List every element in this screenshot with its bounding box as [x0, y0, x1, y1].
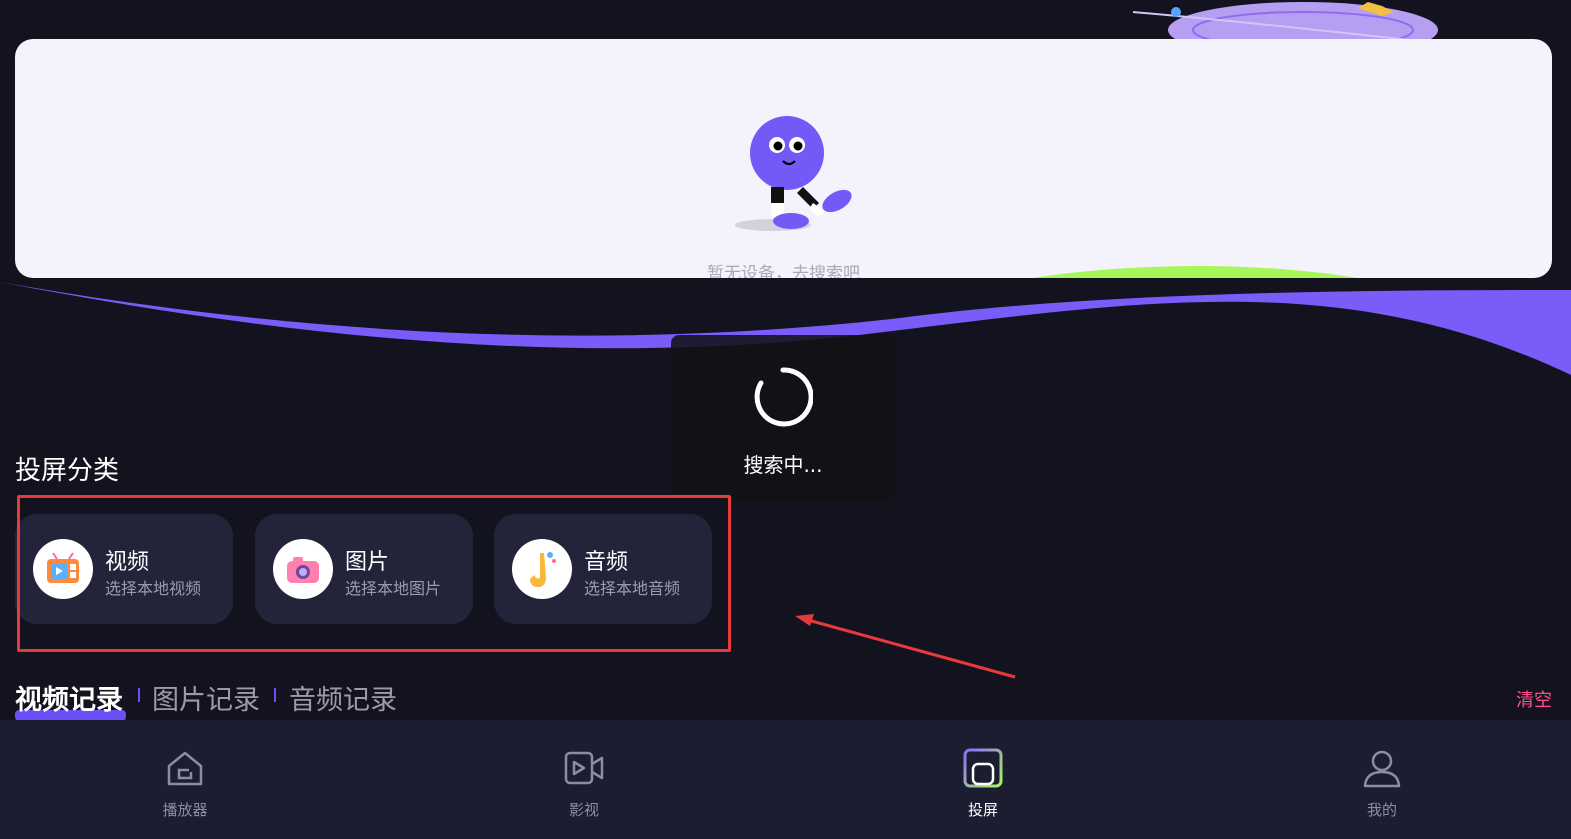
- tab-divider: [274, 688, 276, 702]
- section-title-cast-categories: 投屏分类: [15, 456, 120, 486]
- clear-button[interactable]: 清空: [1516, 686, 1552, 712]
- video-icon: [564, 751, 604, 785]
- annotation-arrow: [795, 614, 1016, 679]
- nav-label: 投屏: [967, 801, 998, 819]
- tab-video-records[interactable]: 视频记录: [15, 678, 123, 717]
- tab-image-records[interactable]: 图片记录: [152, 678, 260, 717]
- nav-item-movies[interactable]: 影视: [524, 720, 644, 839]
- nav-label: 播放器: [162, 801, 208, 819]
- nav-label: 影视: [568, 801, 599, 819]
- tab-audio-records[interactable]: 音频记录: [289, 678, 397, 717]
- planet-decoration: [1132, 2, 1438, 40]
- mascot-illustration: [735, 116, 852, 231]
- loading-text: 搜索中...: [743, 453, 823, 477]
- loading-spinner-icon: [754, 367, 813, 427]
- nav-label: 我的: [1366, 801, 1397, 819]
- device-panel: 暂无设备，去搜索吧: [15, 39, 1552, 278]
- cast-icon: [963, 748, 1003, 788]
- home-icon: [167, 751, 203, 786]
- annotation-highlight-box: [17, 495, 731, 652]
- nav-item-player[interactable]: 播放器: [125, 720, 245, 839]
- bottom-nav: 播放器 影视 投屏 我的: [0, 720, 1571, 839]
- green-arc-decoration: [1032, 266, 1357, 278]
- nav-item-cast[interactable]: 投屏: [923, 720, 1043, 839]
- loading-toast: 搜索中...: [671, 335, 895, 500]
- nav-item-mine[interactable]: 我的: [1322, 720, 1442, 839]
- tab-divider: [138, 688, 140, 702]
- user-icon: [1363, 750, 1401, 788]
